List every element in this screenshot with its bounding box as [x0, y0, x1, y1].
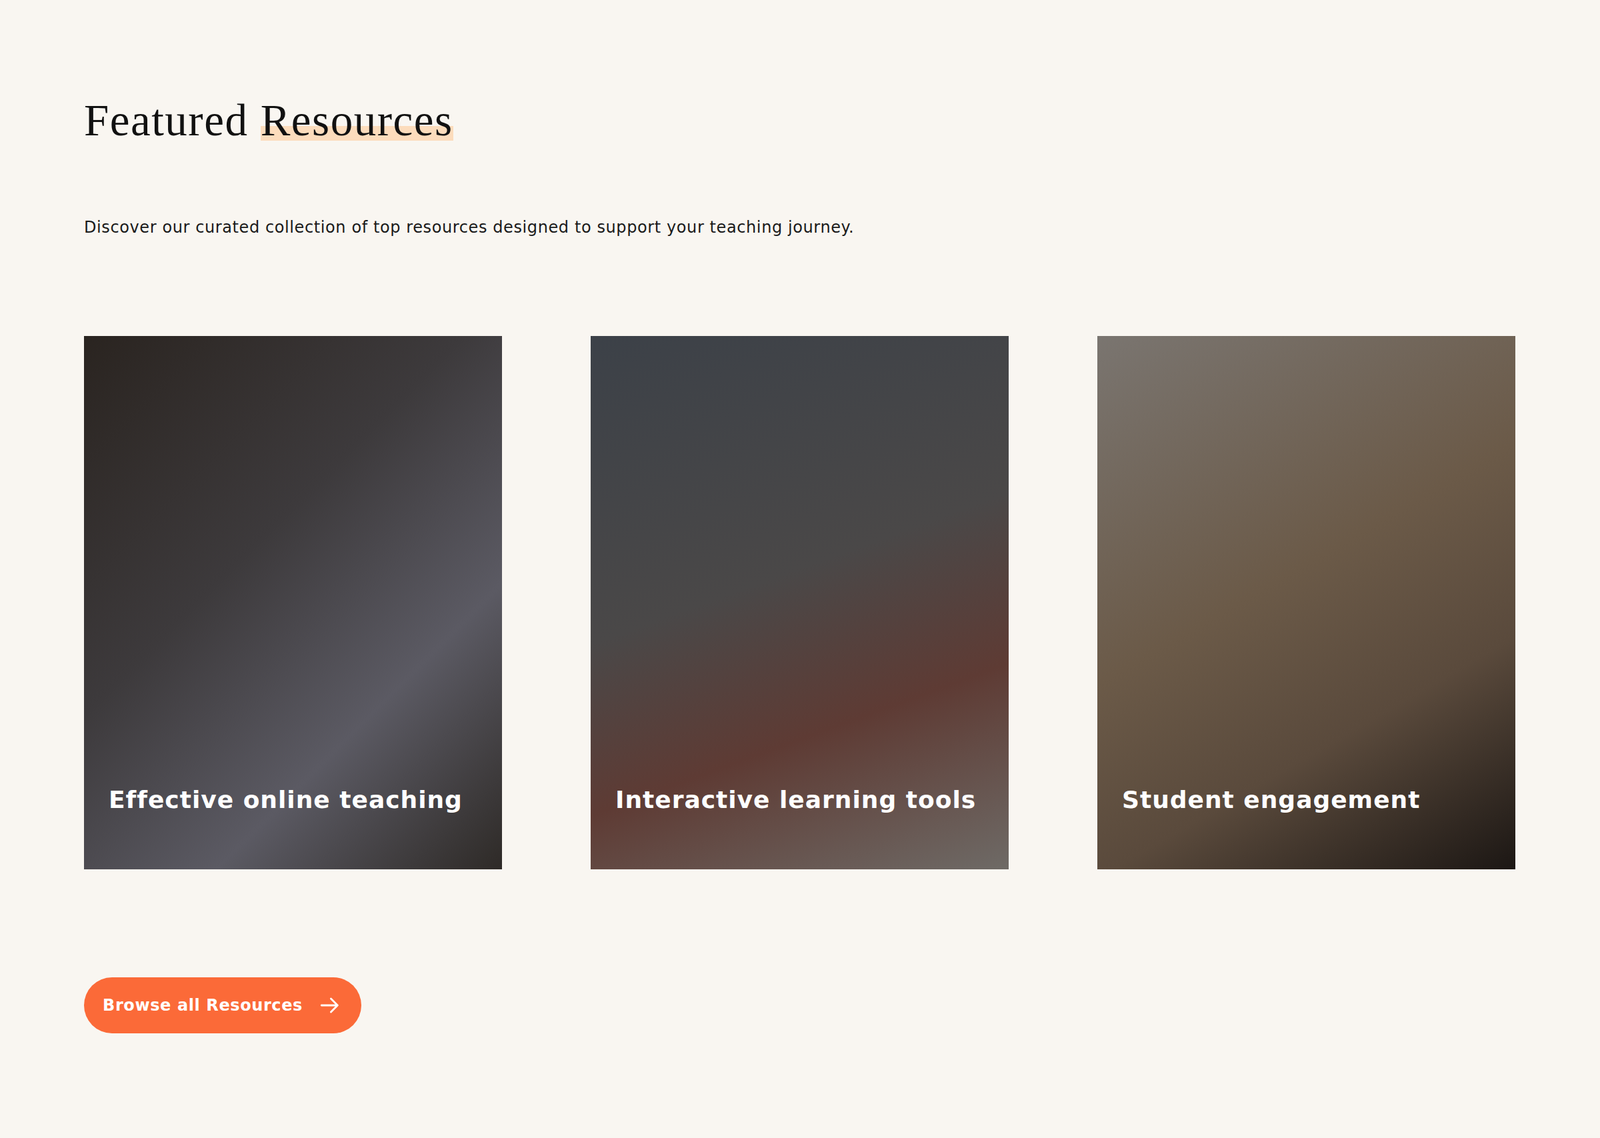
section-subtitle: Discover our curated collection of top r… [84, 215, 1516, 240]
resource-card[interactable]: Student engagement [1097, 336, 1516, 870]
section-title: Featured Resources [84, 93, 1516, 147]
browse-button[interactable]: Browse all Resources [84, 977, 362, 1034]
button-row: Browse all Resources [84, 869, 1516, 1034]
card-title: Interactive learning tools [615, 784, 976, 815]
title-highlight: Resources [260, 95, 454, 145]
title-text: Featured [84, 95, 248, 145]
arrow-right-icon [318, 994, 342, 1017]
resource-card[interactable]: Effective online teaching [84, 336, 502, 870]
featured-section: Featured Resources Discover our curated c… [0, 0, 1600, 1114]
resource-grid: Effective online teaching Interactive lea… [84, 336, 1516, 870]
card-title: Student engagement [1122, 784, 1420, 815]
card-title: Effective online teaching [108, 784, 463, 815]
button-label: Browse all Resources [102, 993, 303, 1018]
resource-card[interactable]: Interactive learning tools [590, 336, 1009, 870]
